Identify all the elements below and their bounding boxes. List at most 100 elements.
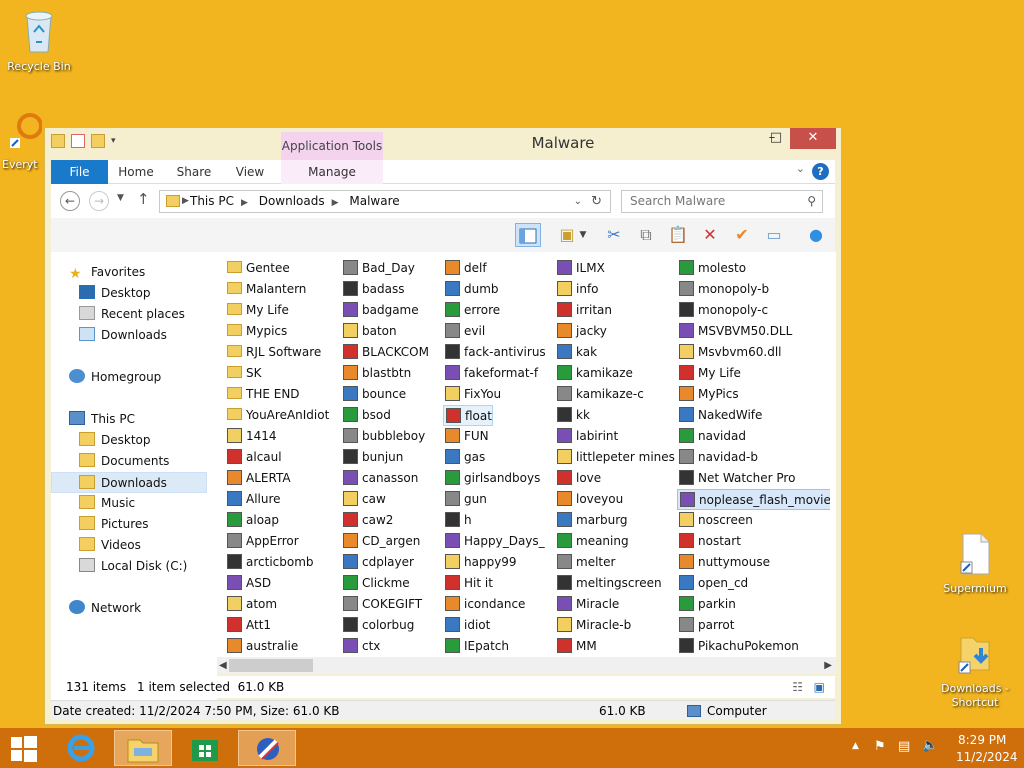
scroll-left-icon[interactable]: ◀	[219, 657, 227, 674]
file-item[interactable]: loveyou	[555, 489, 623, 510]
cut-icon[interactable]: ✂	[601, 223, 627, 247]
file-item[interactable]: atom	[225, 594, 277, 615]
file-item[interactable]: Msvbvm60.dll	[677, 342, 781, 363]
nav-pc-pictures[interactable]: Pictures	[79, 514, 149, 535]
file-item[interactable]: open_cd	[677, 573, 748, 594]
file-item[interactable]: My Life	[677, 363, 741, 384]
folder-icon[interactable]	[51, 134, 65, 148]
nav-network[interactable]: Network	[69, 598, 141, 619]
file-item[interactable]: parrot	[677, 615, 734, 636]
taskbar-file-explorer[interactable]	[114, 730, 172, 766]
network-tray-icon[interactable]: ▤	[898, 739, 910, 754]
recent-locations-icon[interactable]: ▼	[117, 193, 124, 203]
file-item[interactable]: meltingscreen	[555, 573, 662, 594]
file-item[interactable]: ILMX	[555, 258, 605, 279]
file-item[interactable]: delf	[443, 258, 487, 279]
file-item[interactable]: caw2	[341, 510, 393, 531]
horizontal-scrollbar[interactable]: ◀ ▶	[217, 657, 836, 674]
show-hidden-icons-icon[interactable]: ▲	[852, 741, 859, 751]
nav-recent-places[interactable]: Recent places	[79, 304, 185, 325]
nav-pc-desktop[interactable]: Desktop	[79, 430, 151, 451]
large-icons-view-icon[interactable]: ▣	[814, 676, 825, 698]
file-item[interactable]: irritan	[555, 300, 612, 321]
file-item[interactable]: dumb	[443, 279, 499, 300]
file-item[interactable]: float	[443, 405, 493, 426]
nav-favorites-downloads[interactable]: Downloads	[79, 325, 167, 346]
copy-icon[interactable]: ⧉	[633, 223, 659, 247]
tab-manage[interactable]: Manage	[281, 160, 383, 184]
file-item[interactable]: BLACKCOM	[341, 342, 429, 363]
file-item[interactable]: ctx	[341, 636, 380, 657]
file-item[interactable]: kamikaze	[555, 363, 633, 384]
file-item[interactable]: Miracle	[555, 594, 619, 615]
file-item[interactable]: h	[443, 510, 472, 531]
file-item[interactable]: kamikaze-c	[555, 384, 644, 405]
desktop-icon-downloads-shortcut[interactable]: Downloads - Shortcut	[937, 630, 1013, 710]
nav-pc-music[interactable]: Music	[79, 493, 135, 514]
file-item[interactable]: badgame	[341, 300, 419, 321]
nav-homegroup[interactable]: Homegroup	[69, 367, 161, 388]
file-item[interactable]: littlepeter mines	[555, 447, 675, 468]
file-item[interactable]: marburg	[555, 510, 628, 531]
file-item[interactable]: My Life	[225, 300, 289, 321]
file-item[interactable]: MyPics	[677, 384, 739, 405]
taskbar-internet-explorer[interactable]	[52, 730, 110, 766]
file-item[interactable]: errore	[443, 300, 500, 321]
volume-muted-icon[interactable]: 🔈	[922, 738, 938, 753]
file-item[interactable]: caw	[341, 489, 386, 510]
rename-icon[interactable]: ▭	[761, 223, 787, 247]
close-button[interactable]: ✕	[790, 128, 836, 149]
file-item[interactable]: NakedWife	[677, 405, 762, 426]
dropdown-icon[interactable]: ▼	[577, 223, 589, 247]
file-item[interactable]: Mypics	[225, 321, 287, 342]
file-item[interactable]: info	[555, 279, 599, 300]
nav-pc-local-disk[interactable]: Local Disk (C:)	[79, 556, 187, 577]
back-button[interactable]: ←	[60, 191, 80, 211]
file-item[interactable]: Gentee	[225, 258, 290, 279]
file-item[interactable]: idiot	[443, 615, 490, 636]
clock-time[interactable]: 8:29 PM	[958, 733, 1006, 747]
file-item[interactable]: bsod	[341, 405, 391, 426]
file-item[interactable]: colorbug	[341, 615, 414, 636]
chat-icon[interactable]: ●	[803, 223, 829, 247]
vertical-scrollbar[interactable]	[830, 252, 836, 657]
file-item[interactable]: nostart	[677, 531, 741, 552]
nav-favorites[interactable]: ★ Favorites	[69, 262, 145, 283]
file-item[interactable]: love	[555, 468, 601, 489]
forward-button[interactable]: →	[89, 191, 109, 211]
maximize-button[interactable]: □	[759, 128, 793, 149]
file-item[interactable]: SK	[225, 363, 262, 384]
breadcrumb-downloads[interactable]: Downloads	[259, 194, 325, 208]
help-icon[interactable]: ?	[812, 163, 829, 180]
file-item[interactable]: canasson	[341, 468, 418, 489]
file-item[interactable]: 1414	[225, 426, 277, 447]
tab-home[interactable]: Home	[111, 160, 161, 184]
file-item[interactable]: YouAreAnIdiot	[225, 405, 329, 426]
file-item[interactable]: icondance	[443, 594, 525, 615]
address-dropdown-icon[interactable]: ⌄	[574, 191, 582, 212]
file-item[interactable]: gun	[443, 489, 487, 510]
file-item[interactable]: FixYou	[443, 384, 501, 405]
file-item[interactable]: bunjun	[341, 447, 403, 468]
file-item[interactable]: noplease_flash_movie	[677, 489, 830, 510]
address-bar[interactable]: ▶ This PC ▶ Downloads ▶ Malware ⌄ ↻	[159, 190, 611, 213]
file-item[interactable]: labirint	[555, 426, 618, 447]
file-item[interactable]: Att1	[225, 615, 271, 636]
file-item[interactable]: fakeformat-f	[443, 363, 538, 384]
file-item[interactable]: gas	[443, 447, 485, 468]
file-item[interactable]: baton	[341, 321, 397, 342]
file-item[interactable]: Net Watcher Pro	[677, 468, 795, 489]
file-item[interactable]: noscreen	[677, 510, 753, 531]
file-item[interactable]: alcaul	[225, 447, 282, 468]
search-input[interactable]: Search Malware ⚲	[621, 190, 823, 213]
file-item[interactable]: Malantern	[225, 279, 306, 300]
file-item[interactable]: RJL Software	[225, 342, 321, 363]
file-item[interactable]: meaning	[555, 531, 629, 552]
search-icon[interactable]: ⚲	[807, 191, 816, 212]
file-item[interactable]: FUN	[443, 426, 489, 447]
file-item[interactable]: evil	[443, 321, 485, 342]
file-item[interactable]: CD_argen	[341, 531, 420, 552]
file-item[interactable]: Allure	[225, 489, 281, 510]
up-button[interactable]: ↑	[137, 190, 150, 208]
file-item[interactable]: THE END	[225, 384, 300, 405]
